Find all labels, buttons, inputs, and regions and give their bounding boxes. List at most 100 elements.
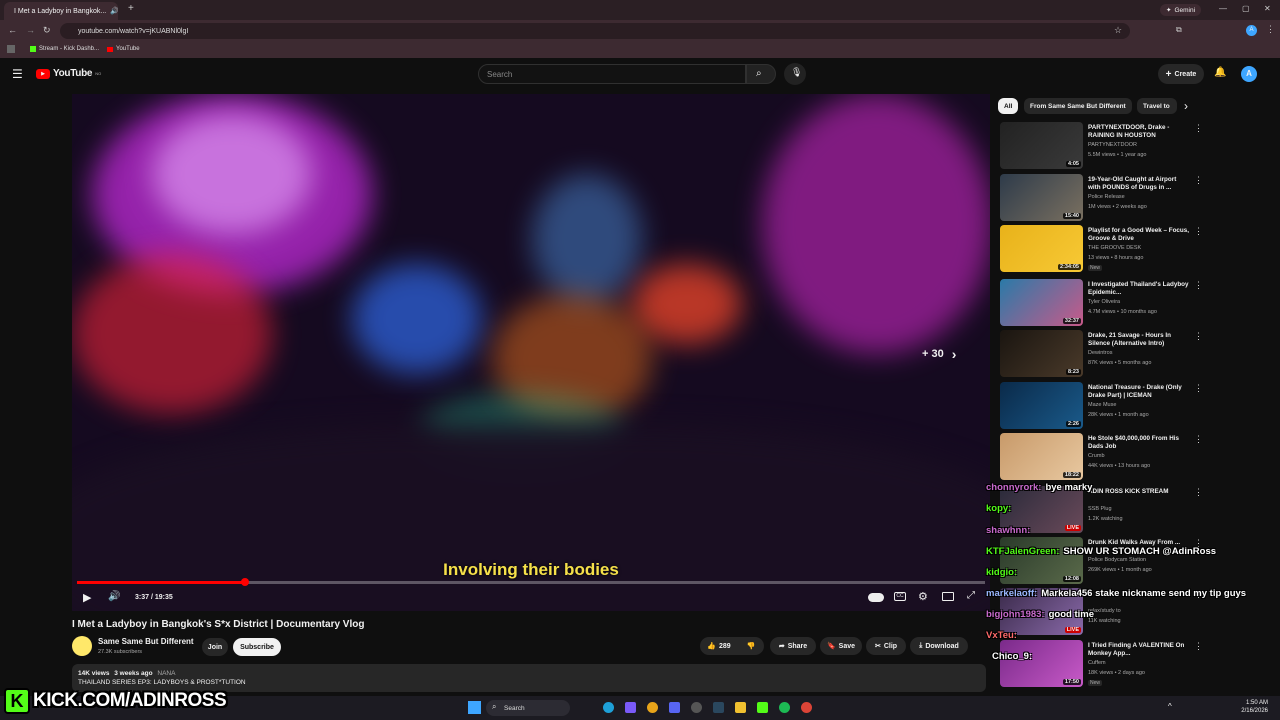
recommendation-channel[interactable]: Cuffem — [1088, 660, 1106, 666]
minimize-button[interactable]: — — [1219, 4, 1227, 13]
recommendation-title[interactable]: ADIN ROSS KICK STREAM — [1088, 488, 1190, 496]
chrome-icon[interactable] — [647, 702, 658, 713]
clip-button[interactable]: ✂ Clip — [866, 637, 906, 655]
video-player[interactable]: + 30 › Involving their bodies ▶ 🔊 3:37 /… — [72, 94, 990, 611]
more-options-icon[interactable]: ⋮ — [1194, 226, 1203, 237]
create-button[interactable]: + Create — [1158, 64, 1204, 84]
spotify-icon[interactable] — [779, 702, 790, 713]
recommendation-item[interactable]: 32:37 I Investigated Thailand's Ladyboy E… — [1000, 279, 1210, 329]
kick-app-icon[interactable] — [757, 702, 768, 713]
recommendation-title[interactable]: PARTYNEXTDOOR, Drake - RAINING IN HOUSTO… — [1088, 124, 1190, 140]
recommendation-title[interactable]: Playlist for a Good Week – Focus, Groove… — [1088, 227, 1190, 243]
forward-icon[interactable]: → — [26, 25, 35, 35]
recommendation-item[interactable]: 12:08 Drunk Kid Walks Away From ... Police… — [1000, 537, 1210, 587]
recommendation-thumbnail[interactable]: 17:50 — [1000, 640, 1083, 687]
recommendation-title[interactable]: National Treasure - Drake (Only Drake Pa… — [1088, 384, 1190, 400]
more-options-icon[interactable]: ⋮ — [1194, 331, 1203, 342]
recommendation-channel[interactable]: Maze Muse — [1088, 402, 1116, 408]
clock[interactable]: 1:50 AM 2/16/2026 — [1220, 699, 1268, 715]
recommendation-channel[interactable]: PARTYNEXTDOOR — [1088, 142, 1137, 148]
browser-menu-icon[interactable]: ⋮ — [1266, 24, 1275, 35]
channel-avatar[interactable] — [72, 636, 92, 656]
recommendation-title[interactable]: I Investigated Thailand's Ladyboy Epidem… — [1088, 281, 1190, 297]
chrome-active-icon[interactable] — [801, 702, 812, 713]
more-options-icon[interactable]: ⋮ — [1194, 175, 1203, 186]
fullscreen-icon[interactable]: ⤢ — [967, 590, 975, 601]
profile-avatar[interactable]: A — [1246, 25, 1257, 36]
back-icon[interactable]: ← — [8, 25, 17, 35]
recommendation-channel[interactable]: Police Bodycam Station — [1088, 557, 1146, 563]
recommendation-item[interactable]: 17:50 I Tried Finding A VALENTINE On Monk… — [1000, 640, 1210, 690]
steam-icon[interactable] — [713, 702, 724, 713]
share-button[interactable]: ➦ Share — [770, 637, 816, 655]
folder-icon[interactable] — [735, 702, 746, 713]
dislike-button[interactable]: 👎 — [738, 637, 764, 655]
more-options-icon[interactable]: ⋮ — [1194, 641, 1203, 652]
reload-icon[interactable]: ↻ — [43, 25, 51, 36]
more-options-icon[interactable]: ⋮ — [1194, 280, 1203, 291]
save-button[interactable]: 🔖 Save — [820, 637, 862, 655]
recommendation-channel[interactable]: Crumb — [1088, 453, 1105, 459]
extensions-icon[interactable]: ⧉ — [1176, 25, 1182, 35]
browser-tab[interactable]: I Met a Ladyboy in Bangkok... 🔊 ✕ — [4, 2, 118, 20]
chip-all[interactable]: All — [998, 98, 1019, 114]
recommendation-channel[interactable]: THE GROOVE DESK — [1088, 245, 1141, 251]
channel-name[interactable]: Same Same But Different — [98, 637, 194, 646]
recommendation-item[interactable]: 2:34:05 Playlist for a Good Week – Focus,… — [1000, 225, 1210, 275]
bookmark-star-icon[interactable]: ☆ — [1114, 25, 1122, 36]
recommendation-title[interactable]: I Tried Finding A VALENTINE On Monkey Ap… — [1088, 642, 1190, 658]
chip-travel[interactable]: Travel to — [1137, 98, 1177, 114]
search-button[interactable]: ⌕ — [746, 64, 776, 84]
recommendation-item[interactable]: 8:23 Drake, 21 Savage - Hours In Silence … — [1000, 330, 1210, 380]
recommendation-item[interactable]: 18:22 He Stole $40,000,000 From His Dads … — [1000, 433, 1210, 483]
more-options-icon[interactable]: ⋮ — [1194, 123, 1203, 134]
url-bar[interactable]: youtube.com/watch?v=jKUABNl0lgI — [60, 23, 1130, 39]
recommendation-thumbnail[interactable]: 2:26 — [1000, 382, 1083, 429]
windows-start-icon[interactable] — [468, 701, 481, 714]
bookmark-youtube[interactable]: YouTube — [107, 46, 140, 52]
volume-icon[interactable]: 🔊 — [108, 591, 120, 602]
more-options-icon[interactable]: ⋮ — [1194, 487, 1203, 498]
search-input[interactable]: Search — [478, 64, 746, 84]
apps-icon[interactable] — [7, 45, 15, 53]
maximize-button[interactable]: ▢ — [1242, 4, 1250, 13]
notifications-bell-icon[interactable]: 🔔 — [1214, 67, 1226, 78]
hamburger-menu-icon[interactable]: ☰ — [12, 67, 23, 81]
recommendation-title[interactable]: Drake, 21 Savage - Hours In Silence (Alt… — [1088, 332, 1190, 348]
gemini-button[interactable]: ✦ Gemini — [1160, 4, 1202, 16]
recommendation-thumbnail[interactable]: 15:40 — [1000, 174, 1083, 221]
account-avatar[interactable]: A — [1241, 66, 1257, 82]
new-tab-button[interactable]: + — [128, 3, 134, 14]
recommendation-item[interactable]: 4:05 PARTYNEXTDOOR, Drake - RAINING IN HO… — [1000, 122, 1210, 172]
theater-mode-icon[interactable] — [942, 592, 954, 601]
recommendation-thumbnail[interactable]: 32:37 — [1000, 279, 1083, 326]
download-button[interactable]: ⤓ Download — [910, 637, 968, 655]
bookmark-kick[interactable]: Stream - Kick Dashb... — [30, 46, 99, 52]
recommendation-channel[interactable]: Tyler Oliveira — [1088, 299, 1120, 305]
chip-same-same[interactable]: From Same Same But Different — [1024, 98, 1132, 114]
recommendation-channel[interactable]: Dewintros — [1088, 350, 1112, 356]
subscribe-button[interactable]: Subscribe — [233, 638, 281, 656]
discord-icon[interactable] — [669, 702, 680, 713]
edge-icon[interactable] — [603, 702, 614, 713]
chevron-right-icon[interactable]: › — [1184, 99, 1188, 113]
youtube-logo[interactable]: ▶ YouTube NO — [36, 68, 101, 79]
captions-icon[interactable]: CC — [894, 592, 906, 601]
more-options-icon[interactable]: ⋮ — [1194, 434, 1203, 445]
recommendation-thumbnail[interactable]: 18:22 — [1000, 433, 1083, 480]
join-button[interactable]: Join — [202, 638, 228, 656]
skip-forward-button[interactable]: + 30 › — [922, 346, 956, 362]
more-options-icon[interactable]: ⋮ — [1194, 383, 1203, 394]
autoplay-toggle[interactable] — [868, 593, 884, 602]
recommendation-channel[interactable]: Police Release — [1088, 194, 1125, 200]
close-window-button[interactable]: ✕ — [1264, 4, 1271, 13]
seek-handle[interactable] — [240, 578, 249, 586]
tray-chevron-icon[interactable]: ^ — [1168, 702, 1172, 711]
settings-gear-icon[interactable]: ⚙ — [918, 590, 928, 603]
recommendation-thumbnail[interactable]: 2:34:05 — [1000, 225, 1083, 272]
like-button[interactable]: 👍 289 — [700, 637, 738, 655]
recommendation-title[interactable]: He Stole $40,000,000 From His Dads Job — [1088, 435, 1190, 451]
taskbar-search[interactable]: ⌕ Search — [486, 700, 570, 716]
recommendation-item[interactable]: 15:40 19-Year-Old Caught at Airport with … — [1000, 174, 1210, 224]
voice-search-button[interactable]: 🎙 — [784, 63, 806, 85]
